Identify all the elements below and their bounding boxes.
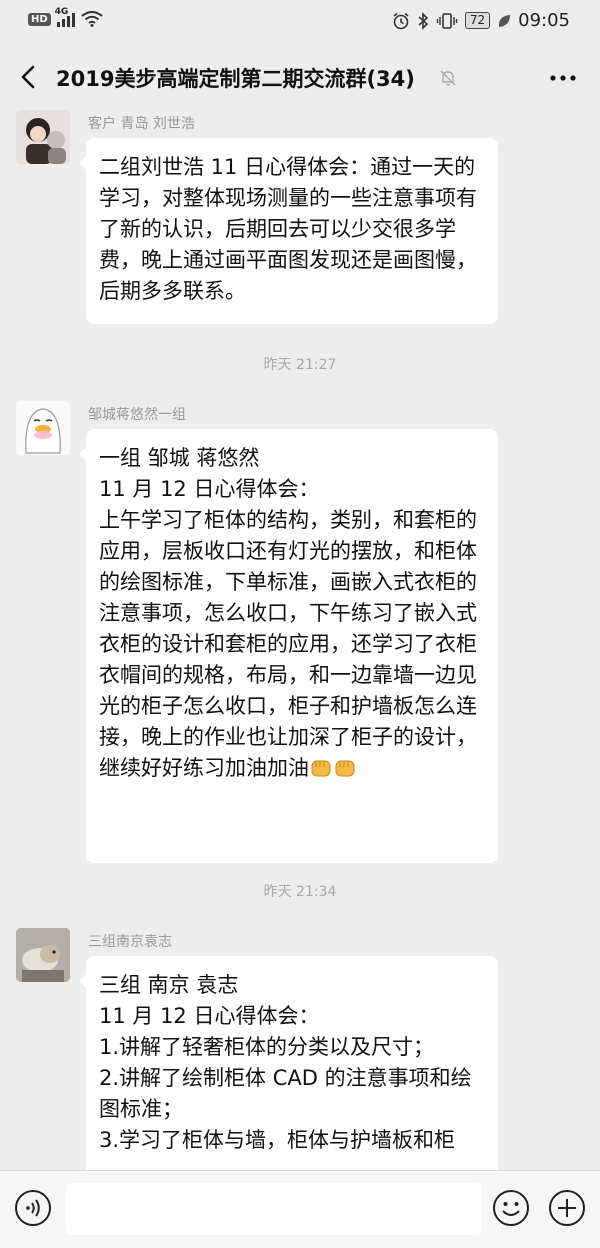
- avatar[interactable]: [16, 928, 70, 982]
- emoji-button[interactable]: [492, 1189, 530, 1227]
- more-button[interactable]: [548, 66, 578, 90]
- voice-button[interactable]: [14, 1189, 52, 1227]
- avatar-dog: [16, 928, 70, 982]
- vibrate-icon: [436, 12, 458, 29]
- alarm-icon: [393, 12, 409, 29]
- input-bar: [0, 1170, 600, 1248]
- timestamp: 昨天 21:27: [263, 357, 337, 373]
- fist-emoji: [311, 760, 331, 777]
- battery-indicator: 72: [464, 12, 491, 29]
- bell-mute-icon: [440, 70, 456, 86]
- message-text: 三组 南京 袁志 11 月 12 日心得体会： 1.讲解了轻奢柜体的分类以及尺寸…: [99, 973, 472, 1152]
- sender-name: 客户 青岛 刘世浩: [88, 116, 195, 132]
- status-right: 72 09:05: [392, 10, 570, 31]
- message-bubble[interactable]: 二组刘世浩 11 日心得体会：通过一天的学习，对整体现场测量的一些注意事项有了新…: [79, 138, 498, 324]
- back-button[interactable]: [14, 62, 44, 92]
- plus-button[interactable]: [548, 1189, 586, 1227]
- bluetooth-icon: [418, 11, 429, 30]
- avatar-photo: [16, 110, 70, 164]
- network-type: 4G: [54, 7, 69, 17]
- chat-header: 2019美步高端定制第二期交流群(34): [0, 44, 600, 110]
- avatar[interactable]: [16, 401, 70, 455]
- leaf-icon: [499, 14, 511, 27]
- chat-title: 2019美步高端定制第二期交流群(34): [56, 67, 415, 91]
- avatar[interactable]: [16, 110, 70, 164]
- message-text-body: 一组 邹城 蒋悠然 11 月 12 日心得体会： 上午学习了柜体的结构，类别，和…: [99, 446, 477, 780]
- fist-emoji: [335, 760, 355, 777]
- message-bubble[interactable]: 三组 南京 袁志 11 月 12 日心得体会： 1.讲解了轻奢柜体的分类以及尺寸…: [79, 956, 498, 1170]
- message-list[interactable]: 客户 青岛 刘世浩 二组刘世浩 11 日心得体会：通过一天的学习，对整体现场测量…: [0, 110, 600, 1170]
- clock: 09:05: [518, 10, 570, 31]
- sender-name: 三组南京袁志: [88, 934, 172, 950]
- sender-name: 邹城蒋悠然一组: [88, 407, 186, 423]
- message-text: 二组刘世浩 11 日心得体会：通过一天的学习，对整体现场测量的一些注意事项有了新…: [99, 155, 477, 303]
- hd-badge: HD: [28, 12, 51, 26]
- message-text: 一组 邹城 蒋悠然 11 月 12 日心得体会： 上午学习了柜体的结构，类别，和…: [99, 443, 486, 784]
- message-input[interactable]: [66, 1183, 482, 1235]
- status-bar: HD 4G 72 09:05: [0, 0, 600, 44]
- signal-icon: 4G: [55, 7, 75, 27]
- timestamp: 昨天 21:34: [263, 884, 337, 900]
- status-left: HD 4G: [28, 7, 103, 27]
- message-bubble[interactable]: 一组 邹城 蒋悠然 11 月 12 日心得体会： 上午学习了柜体的结构，类别，和…: [79, 429, 498, 863]
- wifi-icon: [81, 11, 103, 27]
- avatar-duck: [16, 401, 70, 455]
